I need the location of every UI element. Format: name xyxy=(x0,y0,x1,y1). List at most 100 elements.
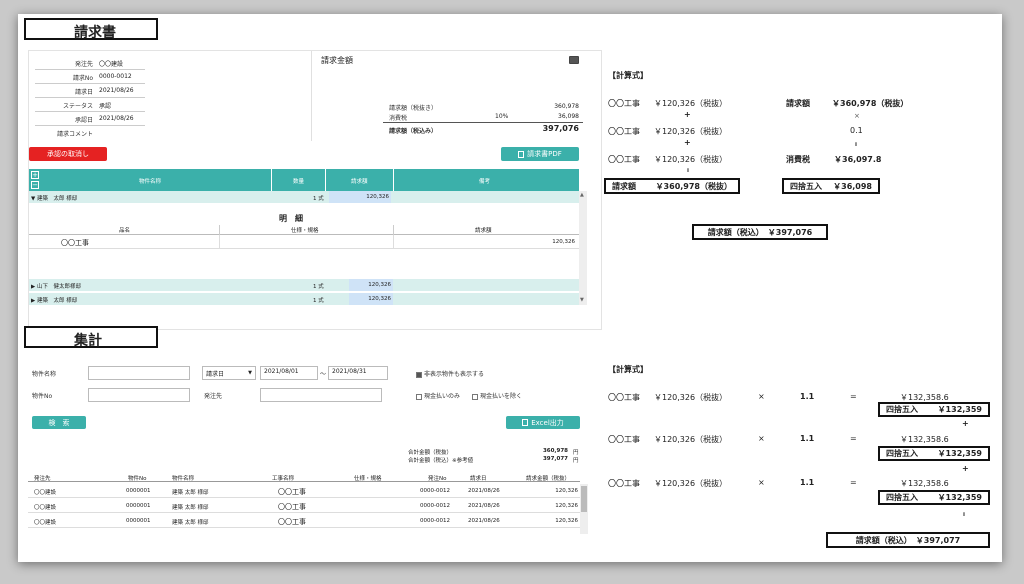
calc2-result: ￥132,358.6 xyxy=(900,479,949,488)
show-hidden-checkbox[interactable]: 非表示物件も表示する xyxy=(416,369,484,378)
calc2-rate: 1.1 xyxy=(800,392,815,401)
calc2-amount: ￥120,326（税抜） xyxy=(654,393,728,402)
equals-icon: ॥ xyxy=(686,167,690,174)
summary-scrollbar[interactable] xyxy=(580,484,588,534)
yen-label: 円 xyxy=(573,450,579,456)
tax-value: 36,098 xyxy=(558,113,579,120)
invoice-row[interactable]: ▶ 山下 健太郎様邸 1 式 120,326 xyxy=(29,279,579,291)
calc1-right-value: ￥360,978（税抜） xyxy=(832,99,909,108)
detail-row: 〇〇工事 120,326 xyxy=(29,235,579,249)
times-icon: × xyxy=(758,434,765,443)
invoice-row[interactable]: ▼ 建築 太郎 様邸 1 式 120,326 xyxy=(29,191,579,203)
vendor-label: 発注先 xyxy=(204,393,223,400)
date-to-input[interactable]: 2021/08/31 xyxy=(328,366,388,380)
calc2-round-box: 四捨五入 ￥132,359 xyxy=(878,402,990,417)
checkbox-icon xyxy=(472,393,478,400)
collapse-all-icon[interactable]: − xyxy=(31,181,39,189)
col-header: 備考 xyxy=(479,179,491,185)
equals-icon: ॥ xyxy=(854,141,858,148)
calc2-item: 〇〇工事 xyxy=(608,435,640,444)
summary-table-header: 発注先 物件No 物件名称 工事名称 仕様・規格 発注No 請求日 請求金額（税… xyxy=(28,470,580,482)
field-label: 発注先 xyxy=(74,61,93,68)
calc2-round-box: 四捨五入 ￥132,359 xyxy=(878,446,990,461)
scroll-up-icon[interactable]: ▲ xyxy=(580,192,584,198)
printer-icon[interactable] xyxy=(569,56,579,64)
times-icon: × xyxy=(854,112,860,120)
plus-icon: + xyxy=(684,110,691,119)
equals-icon: = xyxy=(850,434,857,443)
field-value: 2021/08/26 xyxy=(99,87,134,94)
calc1-subtotal-box: 請求額 ￥360,978（税抜） xyxy=(604,178,740,194)
tax-rate: 10% xyxy=(495,113,509,120)
calc2-amount: ￥120,326（税抜） xyxy=(654,435,728,444)
invoice-row[interactable]: ▶ 建築 太郎 様邸 1 式 120,326 xyxy=(29,293,579,305)
summary-panel: 物件名称 物件No 請求日 ▼ 2021/08/01 〜 2021/08/31 … xyxy=(28,360,602,560)
cell: 建築 太郎 様邸 xyxy=(172,505,209,511)
calc2-total-box: 請求額（税込） ￥397,077 xyxy=(826,532,990,548)
calc2-rate: 1.1 xyxy=(800,478,815,487)
calc1-tax-value: ￥36,097.8 xyxy=(834,155,882,164)
cell: 120,326 xyxy=(555,518,578,524)
calc1-item: 〇〇工事 xyxy=(608,99,640,108)
field-label: 請求No xyxy=(72,75,93,82)
calc2-rate: 1.1 xyxy=(800,434,815,443)
cell: 建築 太郎 様邸 xyxy=(172,520,209,526)
row-qty: 1 式 xyxy=(313,284,324,290)
search-button[interactable]: 検 索 xyxy=(32,416,86,429)
amount-title: 請求金額 xyxy=(321,56,353,65)
field-label: 請求日 xyxy=(74,89,93,96)
calc2-round-box: 四捨五入 ￥132,359 xyxy=(878,490,990,505)
field-value: 2021/08/26 xyxy=(99,115,134,122)
calc2-result: ￥132,358.6 xyxy=(900,435,949,444)
detail-title: 明 細 xyxy=(279,214,303,223)
cell: 〇〇工事 xyxy=(278,488,306,496)
cell: 120,326 xyxy=(555,503,578,509)
calc1-item: 〇〇工事 xyxy=(608,127,640,136)
invoice-pdf-button[interactable]: 請求書PDF xyxy=(501,147,579,161)
times-icon: × xyxy=(758,392,765,401)
detail-header: 品名 仕様・規格 請求額 xyxy=(29,225,579,235)
invoice-scrollbar[interactable]: ▲ ▼ xyxy=(579,191,587,305)
row-amount: 120,326 xyxy=(349,293,393,305)
calc2-panel: 【計算式】 〇〇工事 ￥120,326（税抜） × 1.1 = ￥132,358… xyxy=(608,364,1000,560)
calc2-item: 〇〇工事 xyxy=(608,479,640,488)
table-row[interactable]: 〇〇建設 0000001 建築 太郎 様邸 〇〇工事 0000-0012 202… xyxy=(28,514,580,528)
date-from-input[interactable]: 2021/08/01 xyxy=(260,366,318,380)
property-no-input[interactable] xyxy=(88,388,190,402)
table-row[interactable]: 〇〇建設 0000001 建築 太郎 様邸 〇〇工事 0000-0012 202… xyxy=(28,499,580,513)
col-header: 請求金額（税抜） xyxy=(526,476,571,482)
col-header: 発注No xyxy=(428,476,447,482)
expand-all-icon[interactable]: + xyxy=(31,171,39,179)
detail-col: 品名 xyxy=(119,228,131,234)
detail-col: 請求額 xyxy=(475,228,492,234)
cell: 2021/08/26 xyxy=(468,518,500,524)
col-header: 物件名称 xyxy=(172,476,195,482)
cell: 2021/08/26 xyxy=(468,488,500,494)
invoice-panel: 発注先 〇〇建設 請求No 0000-0012 請求日 2021/08/26 ス… xyxy=(28,50,602,330)
excel-export-button[interactable]: Excel出力 xyxy=(506,416,580,429)
property-name-input[interactable] xyxy=(88,366,190,380)
row-name: ▼ 建築 太郎 様邸 xyxy=(31,196,78,202)
table-row[interactable]: 〇〇建設 0000001 建築 太郎 様邸 〇〇工事 0000-0012 202… xyxy=(28,484,580,498)
vendor-input[interactable] xyxy=(260,388,382,402)
date-type-select[interactable]: 請求日 ▼ xyxy=(202,366,256,380)
col-header: 請求額 xyxy=(351,179,368,185)
exclude-fixed-checkbox[interactable]: 現金払いを除く xyxy=(472,391,522,400)
fixed-only-checkbox[interactable]: 現金払いのみ xyxy=(416,391,460,400)
calc1-tax-label: 消費税 xyxy=(786,155,810,164)
subtotal-label: 請求額（税抜き） xyxy=(389,105,438,112)
calc1-panel: 【計算式】 〇〇工事 ￥120,326（税抜） + 〇〇工事 ￥120,326（… xyxy=(604,70,998,270)
cancel-approval-button[interactable]: 承認の取消し xyxy=(29,147,107,161)
calc2-title: 【計算式】 xyxy=(608,365,648,374)
row-name: ▶ 山下 健太郎様邸 xyxy=(31,284,81,290)
detail-amount: 120,326 xyxy=(552,239,575,245)
sum-incl-value: 397,077 xyxy=(542,456,568,462)
scroll-down-icon[interactable]: ▼ xyxy=(580,297,584,303)
calc2-amount: ￥120,326（税抜） xyxy=(654,479,728,488)
times-icon: × xyxy=(758,478,765,487)
calc1-item: 〇〇工事 xyxy=(608,155,640,164)
col-header: 物件No xyxy=(128,476,147,482)
field-value: 承認 xyxy=(99,103,112,110)
property-no-label: 物件No xyxy=(32,393,53,400)
scroll-thumb[interactable] xyxy=(581,486,587,512)
